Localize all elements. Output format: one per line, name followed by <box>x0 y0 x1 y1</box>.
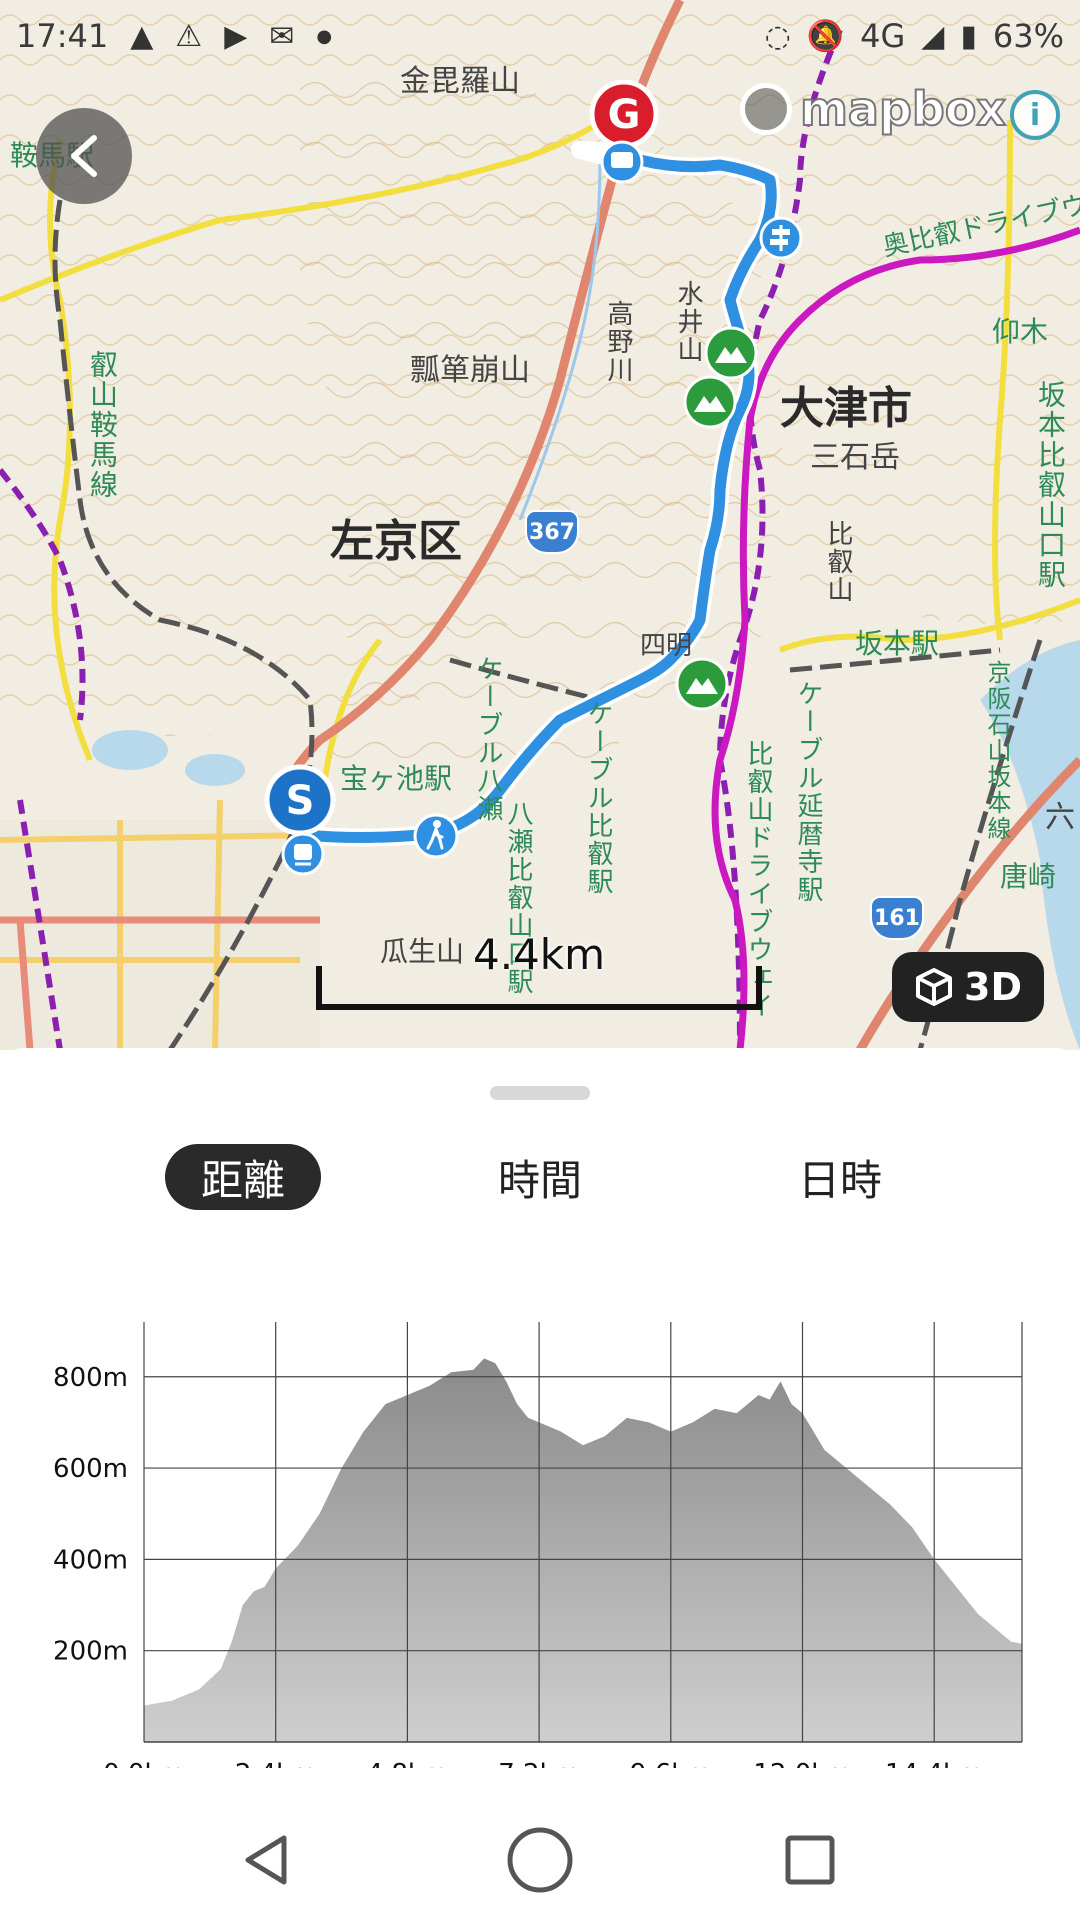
chevron-left-icon <box>71 135 97 177</box>
goal-marker[interactable]: G <box>588 80 664 190</box>
status-battery: 63% <box>992 17 1064 55</box>
summit-icon[interactable] <box>703 325 759 381</box>
home-circle-icon <box>507 1827 573 1893</box>
toggle-3d-button[interactable]: 3D <box>892 952 1044 1022</box>
start-marker[interactable]: S <box>263 762 339 880</box>
map-label: ケーブル八瀬 <box>473 655 503 823</box>
map-label: 高野川 <box>603 300 633 384</box>
x-tick-label: 12.0km <box>753 1759 851 1768</box>
navigation-bar <box>0 1788 1080 1920</box>
route-367-shield: 367 <box>525 510 579 554</box>
warning-icon: ⚠ <box>175 18 203 54</box>
x-tick-label: 2.4km <box>235 1759 317 1768</box>
route-161-shield: 161 <box>870 896 924 940</box>
mapbox-logo: mapbox <box>740 81 1007 137</box>
signpost-icon[interactable] <box>758 215 804 261</box>
x-tick-label: 14.4km <box>885 1759 983 1768</box>
x-tick-label: 9.6km <box>630 1759 712 1768</box>
scale-line <box>316 966 762 1010</box>
map-label: 京阪石山坂本線 <box>983 660 1011 842</box>
map-label: 坂本比叡山口駅 <box>1034 380 1067 590</box>
mapbox-logo-icon <box>740 83 792 135</box>
y-tick-label: 600m <box>53 1454 128 1484</box>
battery-icon: ▮ <box>960 18 977 54</box>
tab-time[interactable]: 時間 <box>470 1144 610 1210</box>
mail-icon: ✉ <box>269 18 295 54</box>
x-tick-label: 4.8km <box>367 1759 449 1768</box>
hiker-icon[interactable] <box>412 812 460 860</box>
summit-icon[interactable] <box>674 656 730 712</box>
back-button[interactable] <box>36 108 132 204</box>
youtube-icon: ▶ <box>224 18 248 54</box>
map-label: 六 <box>1045 800 1075 835</box>
tab-distance[interactable]: 距離 <box>165 1144 321 1210</box>
nav-recents-button[interactable] <box>768 1818 852 1902</box>
elevation-sheet: 距離 時間 日時 800m 600m 400m 200m 0.0km 2.4km 4.8km… <box>0 1048 1080 1789</box>
nfc-icon: ◌ <box>764 18 791 54</box>
signal-icon: ◢ <box>921 18 945 54</box>
dot-icon: ● <box>316 25 333 47</box>
drag-handle[interactable] <box>490 1086 590 1100</box>
mapbox-logo-text: mapbox <box>799 81 1007 137</box>
toggle-3d-label: 3D <box>964 965 1022 1009</box>
status-time: 17:41 <box>16 17 109 55</box>
map-label: 唐崎 <box>1000 860 1057 893</box>
status-network: 4G <box>860 17 906 55</box>
nav-back-button[interactable] <box>224 1818 308 1902</box>
map-label: 三石岳 <box>810 440 900 475</box>
map-label: 宝ヶ池駅 <box>340 762 453 795</box>
map-label: 叡山鞍馬線 <box>86 350 119 500</box>
map-label: 大津市 <box>780 383 912 434</box>
y-tick-label: 800m <box>53 1363 128 1393</box>
info-icon[interactable]: i <box>1010 90 1060 140</box>
elevation-chart-svg: 800m 600m 400m 200m 0.0km 2.4km 4.8km 7.2km 9.6k… <box>53 1322 1023 1789</box>
status-bar: 17:41 ▲ ⚠ ▶ ✉ ● ◌ 🔕 4G ◢ ▮ 63% <box>0 0 1080 72</box>
map-label: 坂本駅 <box>855 627 940 660</box>
x-tick-label: 7.2km <box>498 1759 580 1768</box>
back-triangle-icon <box>245 1835 287 1885</box>
cube-icon <box>916 968 952 1006</box>
y-tick-label: 200m <box>53 1637 128 1667</box>
x-tick-label: 0.0km <box>103 1759 185 1768</box>
nav-home-button[interactable] <box>498 1818 582 1902</box>
map-label: ケーブル延暦寺駅 <box>793 680 823 904</box>
map-label: ケーブル比叡駅 <box>583 700 613 896</box>
start-marker-label: S <box>286 778 315 824</box>
elevation-chart: 800m 600m 400m 200m 0.0km 2.4km 4.8km 7.2km 9.6k… <box>0 1268 1080 1789</box>
map-label: 瓢箪崩山 <box>410 353 530 388</box>
map-label: 比叡山 <box>823 520 853 604</box>
map-label: 仰木 <box>992 315 1049 348</box>
map-view[interactable]: 金毘羅山 左京区 大津市 瓢箪崩山 三石岳 宝ヶ池駅 坂本駅 仰木 唐崎 四明 … <box>0 0 1080 1050</box>
profile-tabs: 距離 時間 日時 <box>0 1144 1080 1218</box>
mute-icon: 🔕 <box>806 18 845 54</box>
y-tick-label: 400m <box>53 1545 128 1575</box>
goal-marker-label: G <box>608 92 641 138</box>
map-label: 左京区 <box>330 516 462 567</box>
recents-square-icon <box>785 1835 835 1885</box>
tab-datetime[interactable]: 日時 <box>770 1144 910 1210</box>
scale-bar: 4.4km <box>316 930 762 1010</box>
summit-icon[interactable] <box>682 374 738 430</box>
map-label: 水井山 <box>673 280 703 364</box>
image-icon: ▲ <box>130 18 154 54</box>
